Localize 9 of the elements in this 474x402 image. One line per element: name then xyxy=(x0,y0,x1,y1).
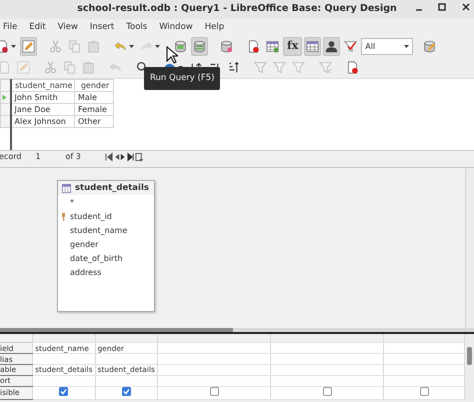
table-cell: Male xyxy=(78,92,97,102)
table-cell: Other xyxy=(78,116,101,126)
window-title: school-result.odb : Query1 - LibreOffice Base: Query Design xyxy=(77,2,397,16)
table-cell: Female xyxy=(78,104,107,114)
table-cell: Jane Doe xyxy=(14,104,50,114)
table-cell: Alex Johnson xyxy=(14,116,66,126)
record-count: of 3 xyxy=(65,150,82,162)
tooltip: Run Query (F5) xyxy=(144,67,220,90)
table-cell: John Smith xyxy=(14,92,58,102)
